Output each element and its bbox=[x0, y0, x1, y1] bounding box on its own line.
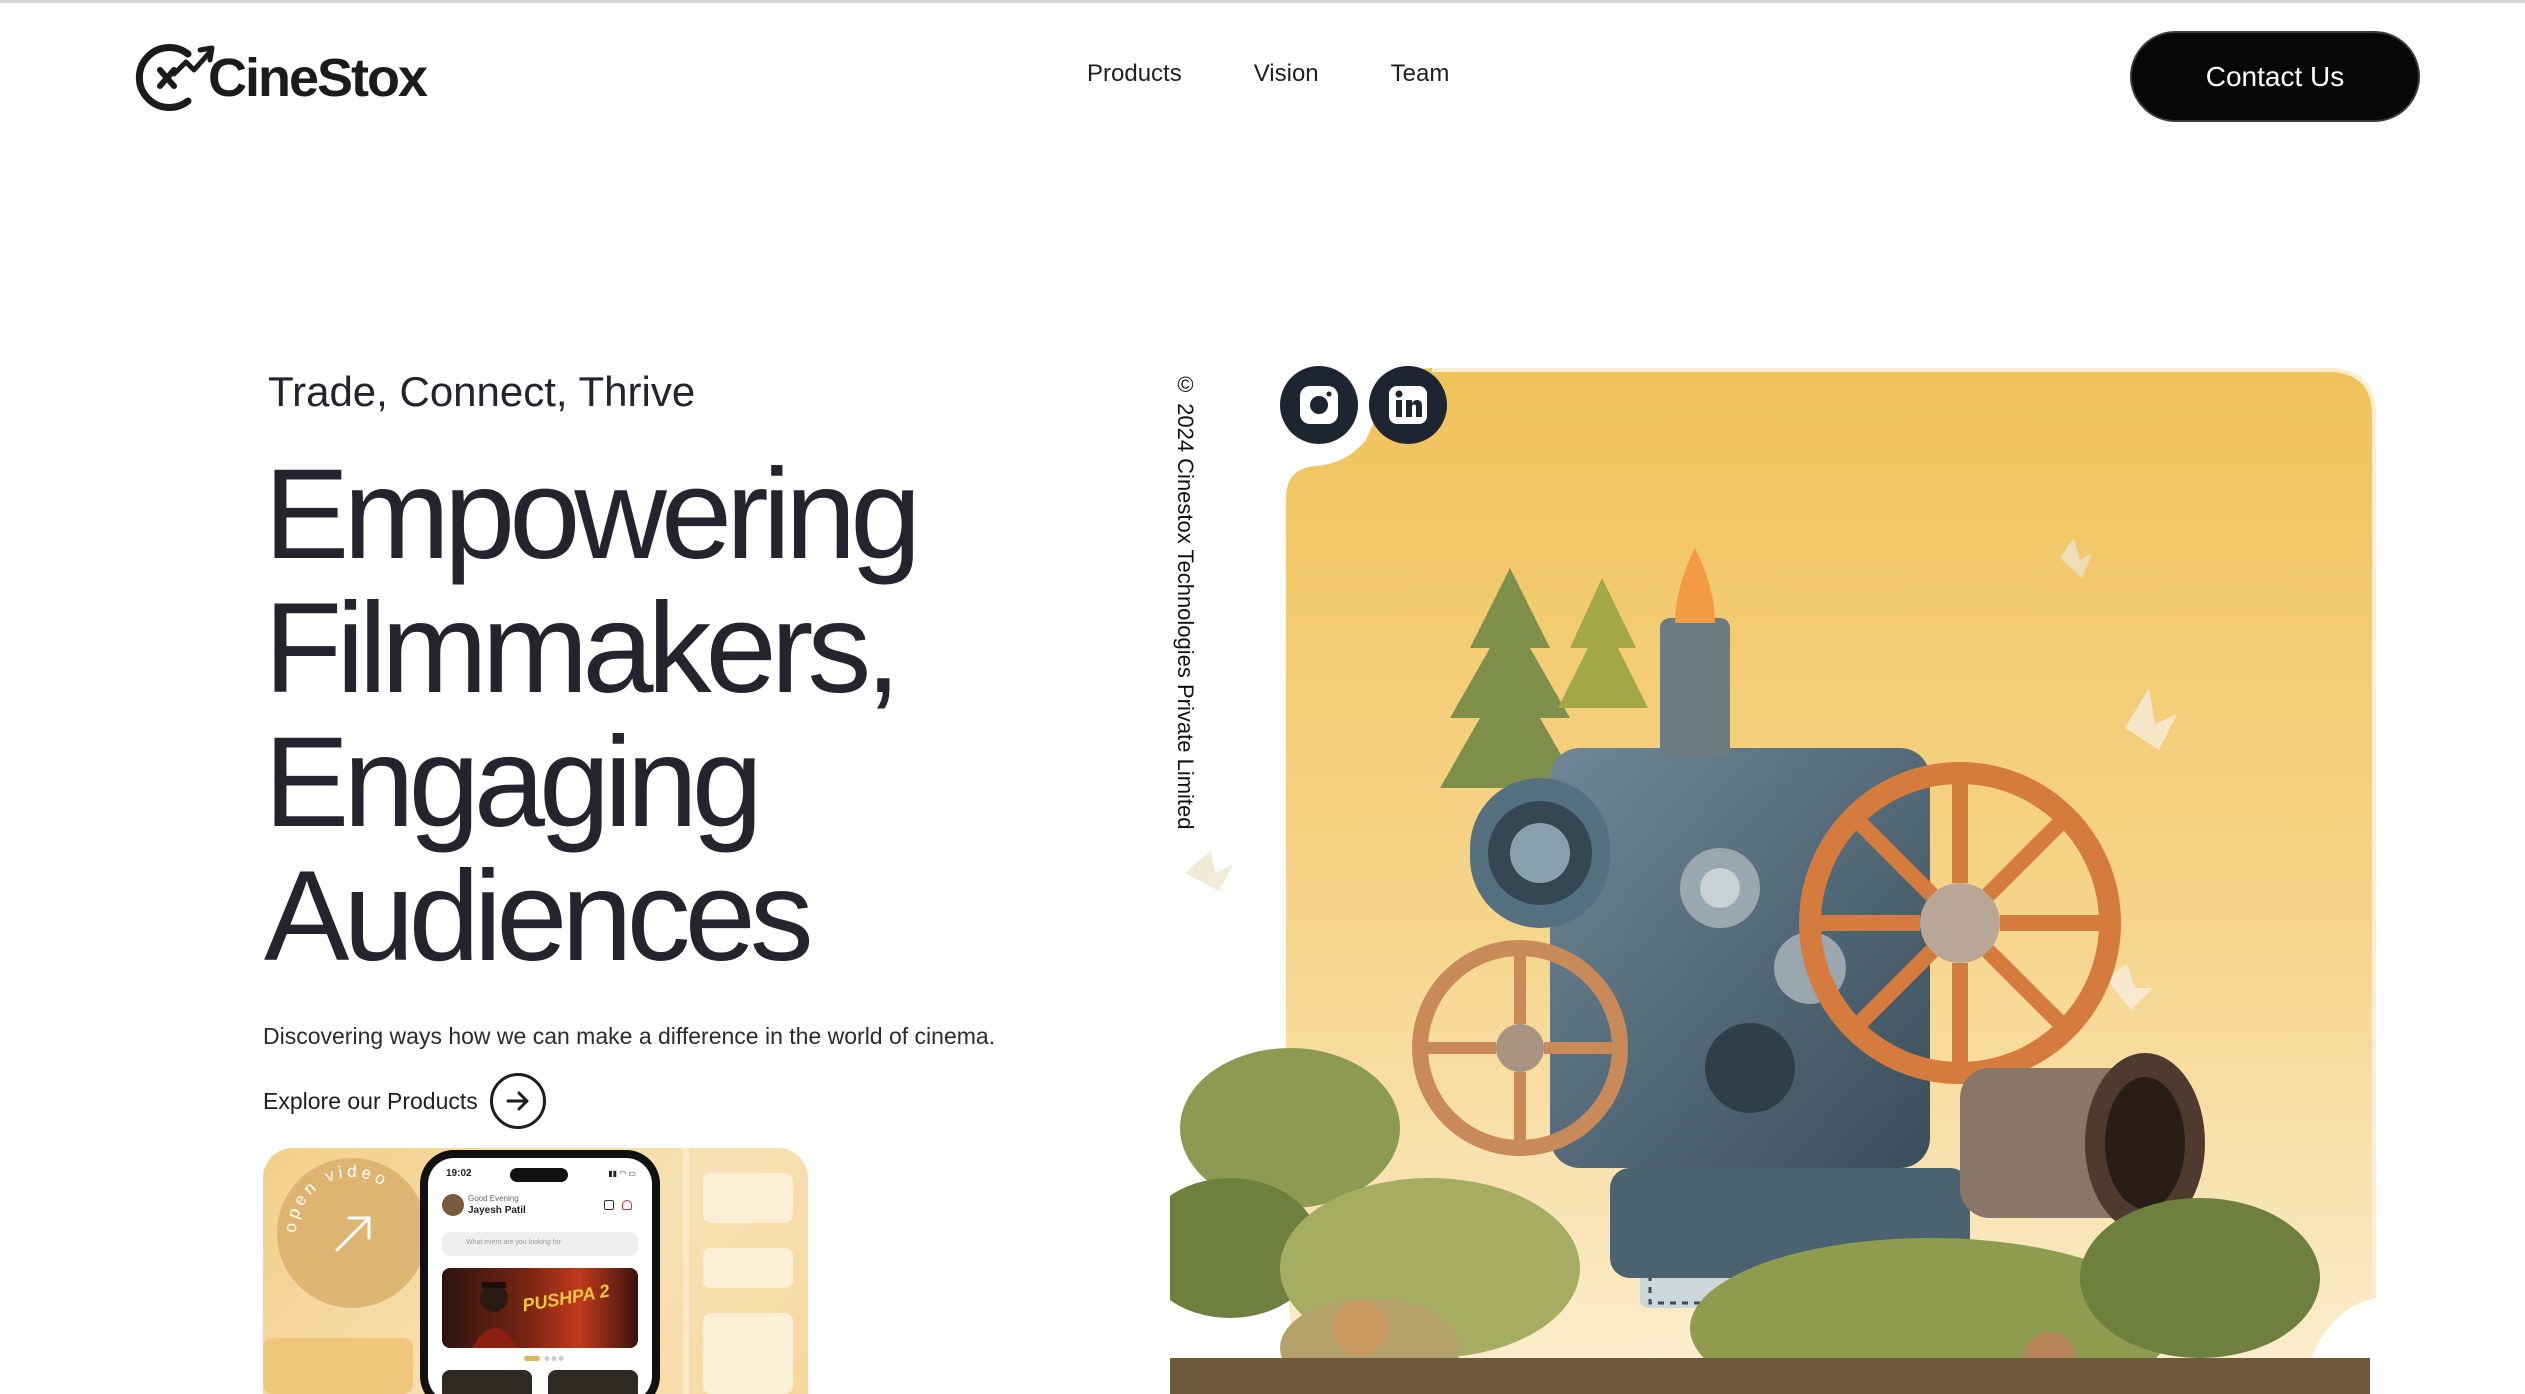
film-reel-small bbox=[1412, 940, 1628, 1156]
film-reel-large bbox=[1799, 762, 2121, 1084]
instagram-icon[interactable] bbox=[1280, 366, 1358, 444]
nav-products[interactable]: Products bbox=[1087, 60, 1182, 88]
phone-search-bar: What event are you looking for bbox=[442, 1232, 638, 1256]
phone-mockup: 19:02 ▮▮ ◠ ▭ Good Evening Jayesh Patil W… bbox=[420, 1150, 660, 1394]
phone-user-name: Jayesh Patil bbox=[468, 1205, 526, 1216]
signal-wifi-battery-icon: ▮▮ ◠ ▭ bbox=[608, 1169, 636, 1178]
headline-line-3: Engaging bbox=[264, 711, 763, 854]
bell-icon bbox=[622, 1200, 632, 1210]
svg-text:open video: open video bbox=[281, 1162, 393, 1234]
category-tile-1 bbox=[442, 1370, 532, 1394]
phone-notch bbox=[510, 1168, 568, 1182]
wallet-icon bbox=[604, 1200, 614, 1210]
contact-us-button[interactable]: Contact Us bbox=[2130, 31, 2420, 122]
nav-team[interactable]: Team bbox=[1391, 60, 1450, 88]
main-nav: Products Vision Team bbox=[1087, 60, 1521, 88]
user-avatar bbox=[442, 1194, 464, 1216]
hero-illustration bbox=[1170, 368, 2376, 1394]
hero-headline: Empowering Filmmakers, Engaging Audience… bbox=[264, 443, 921, 988]
phone-time: 19:02 bbox=[446, 1168, 472, 1179]
headline-line-2: Filmmakers, bbox=[264, 577, 901, 720]
headline-line-4: Audiences bbox=[264, 845, 814, 988]
arrow-right-icon[interactable] bbox=[489, 1073, 546, 1129]
explore-products-link[interactable]: Explore our Products bbox=[263, 1073, 546, 1129]
phone-screen: 19:02 ▮▮ ◠ ▭ Good Evening Jayesh Patil W… bbox=[428, 1158, 652, 1394]
badge-text: open video bbox=[281, 1162, 389, 1234]
carousel-dots bbox=[524, 1356, 564, 1361]
hero-subtext: Discovering ways how we can make a diffe… bbox=[263, 1023, 996, 1049]
promo-video-card[interactable]: open video 19:02 ▮▮ ◠ ▭ Good Evening Jay… bbox=[263, 1148, 808, 1394]
category-tile-2 bbox=[548, 1370, 638, 1394]
hero-tagline: Trade, Connect, Thrive bbox=[268, 368, 696, 415]
open-video-badge[interactable]: open video bbox=[277, 1158, 427, 1308]
logo-mark-icon bbox=[135, 44, 215, 111]
nav-vision[interactable]: Vision bbox=[1254, 60, 1319, 88]
movie-poster: PUSHPA 2 bbox=[442, 1268, 638, 1348]
brand-name: CineStox bbox=[208, 47, 428, 108]
butterfly-3 bbox=[1185, 851, 1233, 891]
phone-greeting: Good Evening bbox=[468, 1194, 519, 1203]
explore-label: Explore our Products bbox=[263, 1087, 478, 1114]
linkedin-icon[interactable] bbox=[1369, 366, 1447, 444]
arrow-up-right-icon bbox=[335, 1216, 371, 1252]
top-border bbox=[0, 0, 2525, 3]
brand-logo[interactable]: CineStox bbox=[130, 40, 428, 115]
headline-line-1: Empowering bbox=[264, 443, 921, 586]
